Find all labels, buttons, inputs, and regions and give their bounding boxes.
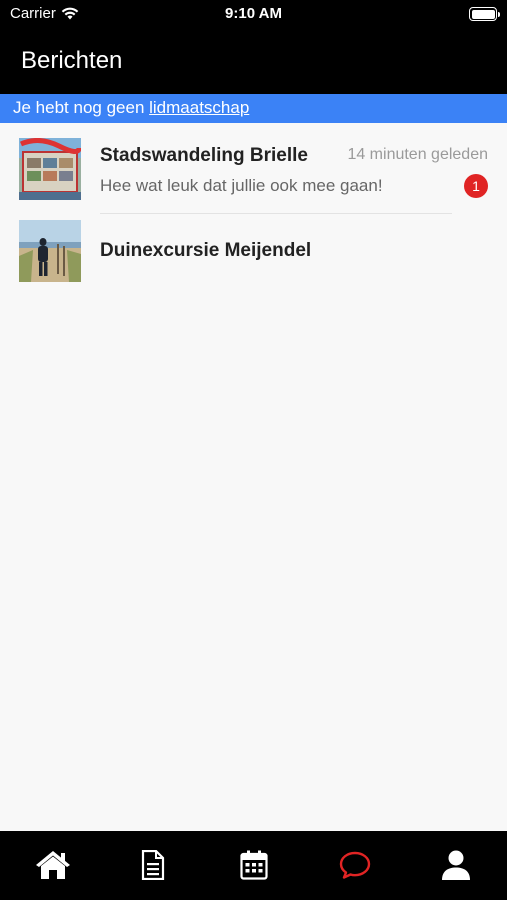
document-icon — [141, 850, 165, 880]
conversation-preview: Hee wat leuk dat jullie ook mee gaan! — [100, 176, 383, 195]
conversation-time: 14 minuten geleden — [347, 146, 488, 163]
banner-text: Je hebt nog geen — [13, 98, 150, 117]
calendar-icon — [240, 850, 268, 880]
tab-bar — [0, 831, 507, 900]
conversation-title: Stadswandeling Brielle — [100, 145, 308, 166]
conversation-thumbnail — [19, 220, 81, 282]
tab-profile[interactable] — [436, 847, 476, 883]
chat-bubble-icon — [339, 851, 371, 879]
conversation-item-duinexcursie[interactable]: Duinexcursie Meijendel — [0, 215, 507, 295]
list-separator — [100, 213, 452, 214]
status-bar: Carrier 9:10 AM — [0, 0, 507, 28]
home-icon — [36, 851, 70, 879]
status-time: 9:10 AM — [225, 5, 282, 22]
membership-link[interactable]: lidmaatschap — [149, 98, 249, 117]
membership-banner: Je hebt nog geen lidmaatschap — [0, 94, 507, 123]
conversation-item-stadswandeling[interactable]: Stadswandeling Brielle 14 minuten gelede… — [0, 123, 507, 215]
tab-messages[interactable] — [335, 847, 375, 883]
tab-calendar[interactable] — [234, 847, 274, 883]
battery-icon — [469, 7, 500, 21]
profile-icon — [442, 850, 470, 880]
page-title: Berichten — [21, 47, 123, 74]
tab-documents[interactable] — [133, 847, 173, 883]
conversation-thumbnail — [19, 138, 81, 200]
conversation-title: Duinexcursie Meijendel — [100, 240, 312, 261]
navigation-bar: Berichten — [0, 28, 507, 94]
unread-badge: 1 — [464, 174, 488, 198]
tab-home[interactable] — [33, 847, 73, 883]
